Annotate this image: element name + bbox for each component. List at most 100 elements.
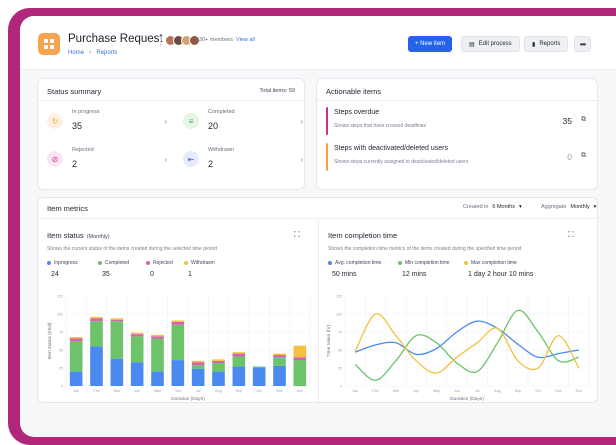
legend-dot: [464, 261, 468, 265]
bar-segment: [191, 365, 205, 369]
completion-time-legend: Avg. completion time 50 mins Min completio…: [328, 260, 574, 278]
legend-value: 0: [150, 271, 154, 278]
bar-segment: [171, 320, 185, 322]
bar-segment: [90, 318, 103, 322]
y-tick-label: 75: [59, 331, 63, 335]
completion-time-title: Item completion time: [328, 231, 398, 240]
y-tick-label: 25: [59, 367, 63, 371]
new-item-label: + New item: [415, 41, 446, 47]
breadcrumb: Home › Reports: [68, 49, 117, 56]
bar-segment: [212, 359, 225, 361]
reports-button[interactable]: ▮ Reports: [524, 36, 569, 52]
stat-withdrawn[interactable]: ⇤ Withdrawn 2 ›: [183, 145, 303, 179]
bar-segment: [273, 357, 286, 366]
external-link-icon[interactable]: ⧉: [581, 152, 586, 160]
item-status-bar-chart: 0 25 50 75 100 125 Jan Feb Mar Apr May Jun Jul Aug Sep…: [47, 295, 311, 402]
bar-segment: [69, 341, 83, 372]
x-axis-label: Duration (Days): [171, 396, 205, 402]
legend-label: Avg. completion time: [335, 260, 382, 266]
x-tick-label: Jun: [454, 389, 460, 393]
bar-segment: [130, 362, 144, 386]
legend-item: Max completion time 1 day 2 hour 10 mins: [464, 260, 574, 278]
bar-segment: [273, 365, 286, 386]
divider: [38, 100, 304, 101]
y-tick-label: 0: [340, 385, 342, 389]
more-options-button[interactable]: •••: [574, 36, 591, 52]
expand-icon[interactable]: ⛶: [294, 230, 300, 240]
stat-completed[interactable]: ≡ Completed 20 ›: [183, 107, 303, 141]
bar-segment: [69, 371, 83, 386]
legend-dot: [47, 261, 51, 265]
y-tick-label: 125: [57, 295, 63, 299]
action-subtitle: Shows steps currently assigned to deacti…: [334, 159, 469, 165]
chevron-right-icon: ›: [300, 155, 303, 164]
process-grid-icon: [38, 33, 60, 55]
chart-title: Item status: [47, 231, 84, 240]
x-tick-label: Jul: [475, 389, 480, 393]
steps-overdue-item[interactable]: Steps overdue Shows steps that have cros…: [326, 107, 588, 137]
view-all-link[interactable]: View all: [236, 37, 255, 43]
bar-segment: [293, 345, 307, 358]
x-tick-label: May: [433, 389, 440, 393]
aggregate-filter[interactable]: Aggregate Monthly ▾: [541, 204, 596, 210]
x-tick-label: Oct: [535, 389, 541, 393]
created-in-filter[interactable]: Created in 6 Months ▾: [463, 204, 522, 210]
x-tick-label: Oct: [256, 389, 262, 393]
expand-icon[interactable]: ⛶: [568, 230, 574, 240]
bar-segment: [171, 360, 185, 386]
bar-segment: [232, 352, 246, 354]
stat-rejected[interactable]: ⊘ Rejected 2 ›: [47, 145, 167, 179]
member-avatars[interactable]: [165, 35, 200, 46]
created-in-value: 6 Months: [492, 204, 516, 210]
steps-deactivated-users-item[interactable]: Steps with deactivated/deleted users Sho…: [326, 143, 588, 173]
legend-value: 12 mins: [402, 271, 427, 278]
bar-segment: [110, 358, 124, 386]
legend-key: Rejected: [146, 260, 184, 266]
chevron-right-icon: ›: [164, 117, 167, 126]
legend-label: Withdrawn: [191, 260, 215, 266]
breadcrumb-reports[interactable]: Reports: [96, 50, 117, 56]
bar-segment: [110, 321, 124, 359]
bar-segment: [252, 367, 266, 386]
bar-segment: [151, 334, 164, 337]
bar-segment: [212, 362, 225, 372]
bar-segment: [171, 324, 185, 361]
bar-segment: [212, 360, 225, 363]
legend-key: Inprogress: [47, 260, 98, 266]
action-count: 35: [562, 116, 572, 126]
bar-segment: [293, 357, 307, 361]
chevron-right-icon: ›: [89, 49, 92, 56]
bar-segment: [90, 346, 103, 386]
edit-process-label: Edit process: [478, 41, 512, 47]
item-metrics-title: Item metrics: [47, 204, 88, 213]
x-tick-label: Dec: [297, 389, 304, 393]
bar-segment: [252, 366, 266, 368]
divider: [317, 100, 597, 101]
legend-key: Max completion time: [464, 260, 574, 266]
bar-segment: [69, 337, 83, 339]
bar-segment: [110, 318, 124, 320]
bar-segment: [273, 353, 286, 356]
breadcrumb-home[interactable]: Home: [68, 50, 84, 56]
spinner-icon: ↻: [47, 113, 63, 129]
stat-in-progress[interactable]: ↻ In progress 35 ›: [47, 107, 167, 141]
x-tick-label: Apr: [413, 389, 419, 393]
completion-time-chart-panel: Item completion time Shows the completio…: [319, 220, 599, 404]
edit-process-button[interactable]: ▤ Edit process: [461, 36, 520, 52]
legend-item: Min completion time 12 mins: [398, 260, 464, 278]
legend-label: Completed: [105, 260, 130, 266]
bar-segment: [232, 366, 246, 386]
x-tick-label: Sep: [515, 389, 521, 393]
legend-dot: [328, 261, 332, 265]
bar-segment: [151, 338, 164, 372]
legend-dot: [98, 261, 102, 265]
x-tick-label: Dec: [576, 389, 583, 393]
external-link-icon[interactable]: ⧉: [581, 116, 586, 124]
x-tick-label: Feb: [372, 389, 378, 393]
new-item-button[interactable]: + New item: [408, 36, 453, 52]
stat-value: 20: [208, 121, 219, 131]
legend-key: Avg. completion time: [328, 260, 398, 266]
action-subtitle: Shows steps that have crossed deadlines: [334, 123, 426, 129]
divider: [160, 36, 161, 46]
legend-dot: [146, 261, 150, 265]
